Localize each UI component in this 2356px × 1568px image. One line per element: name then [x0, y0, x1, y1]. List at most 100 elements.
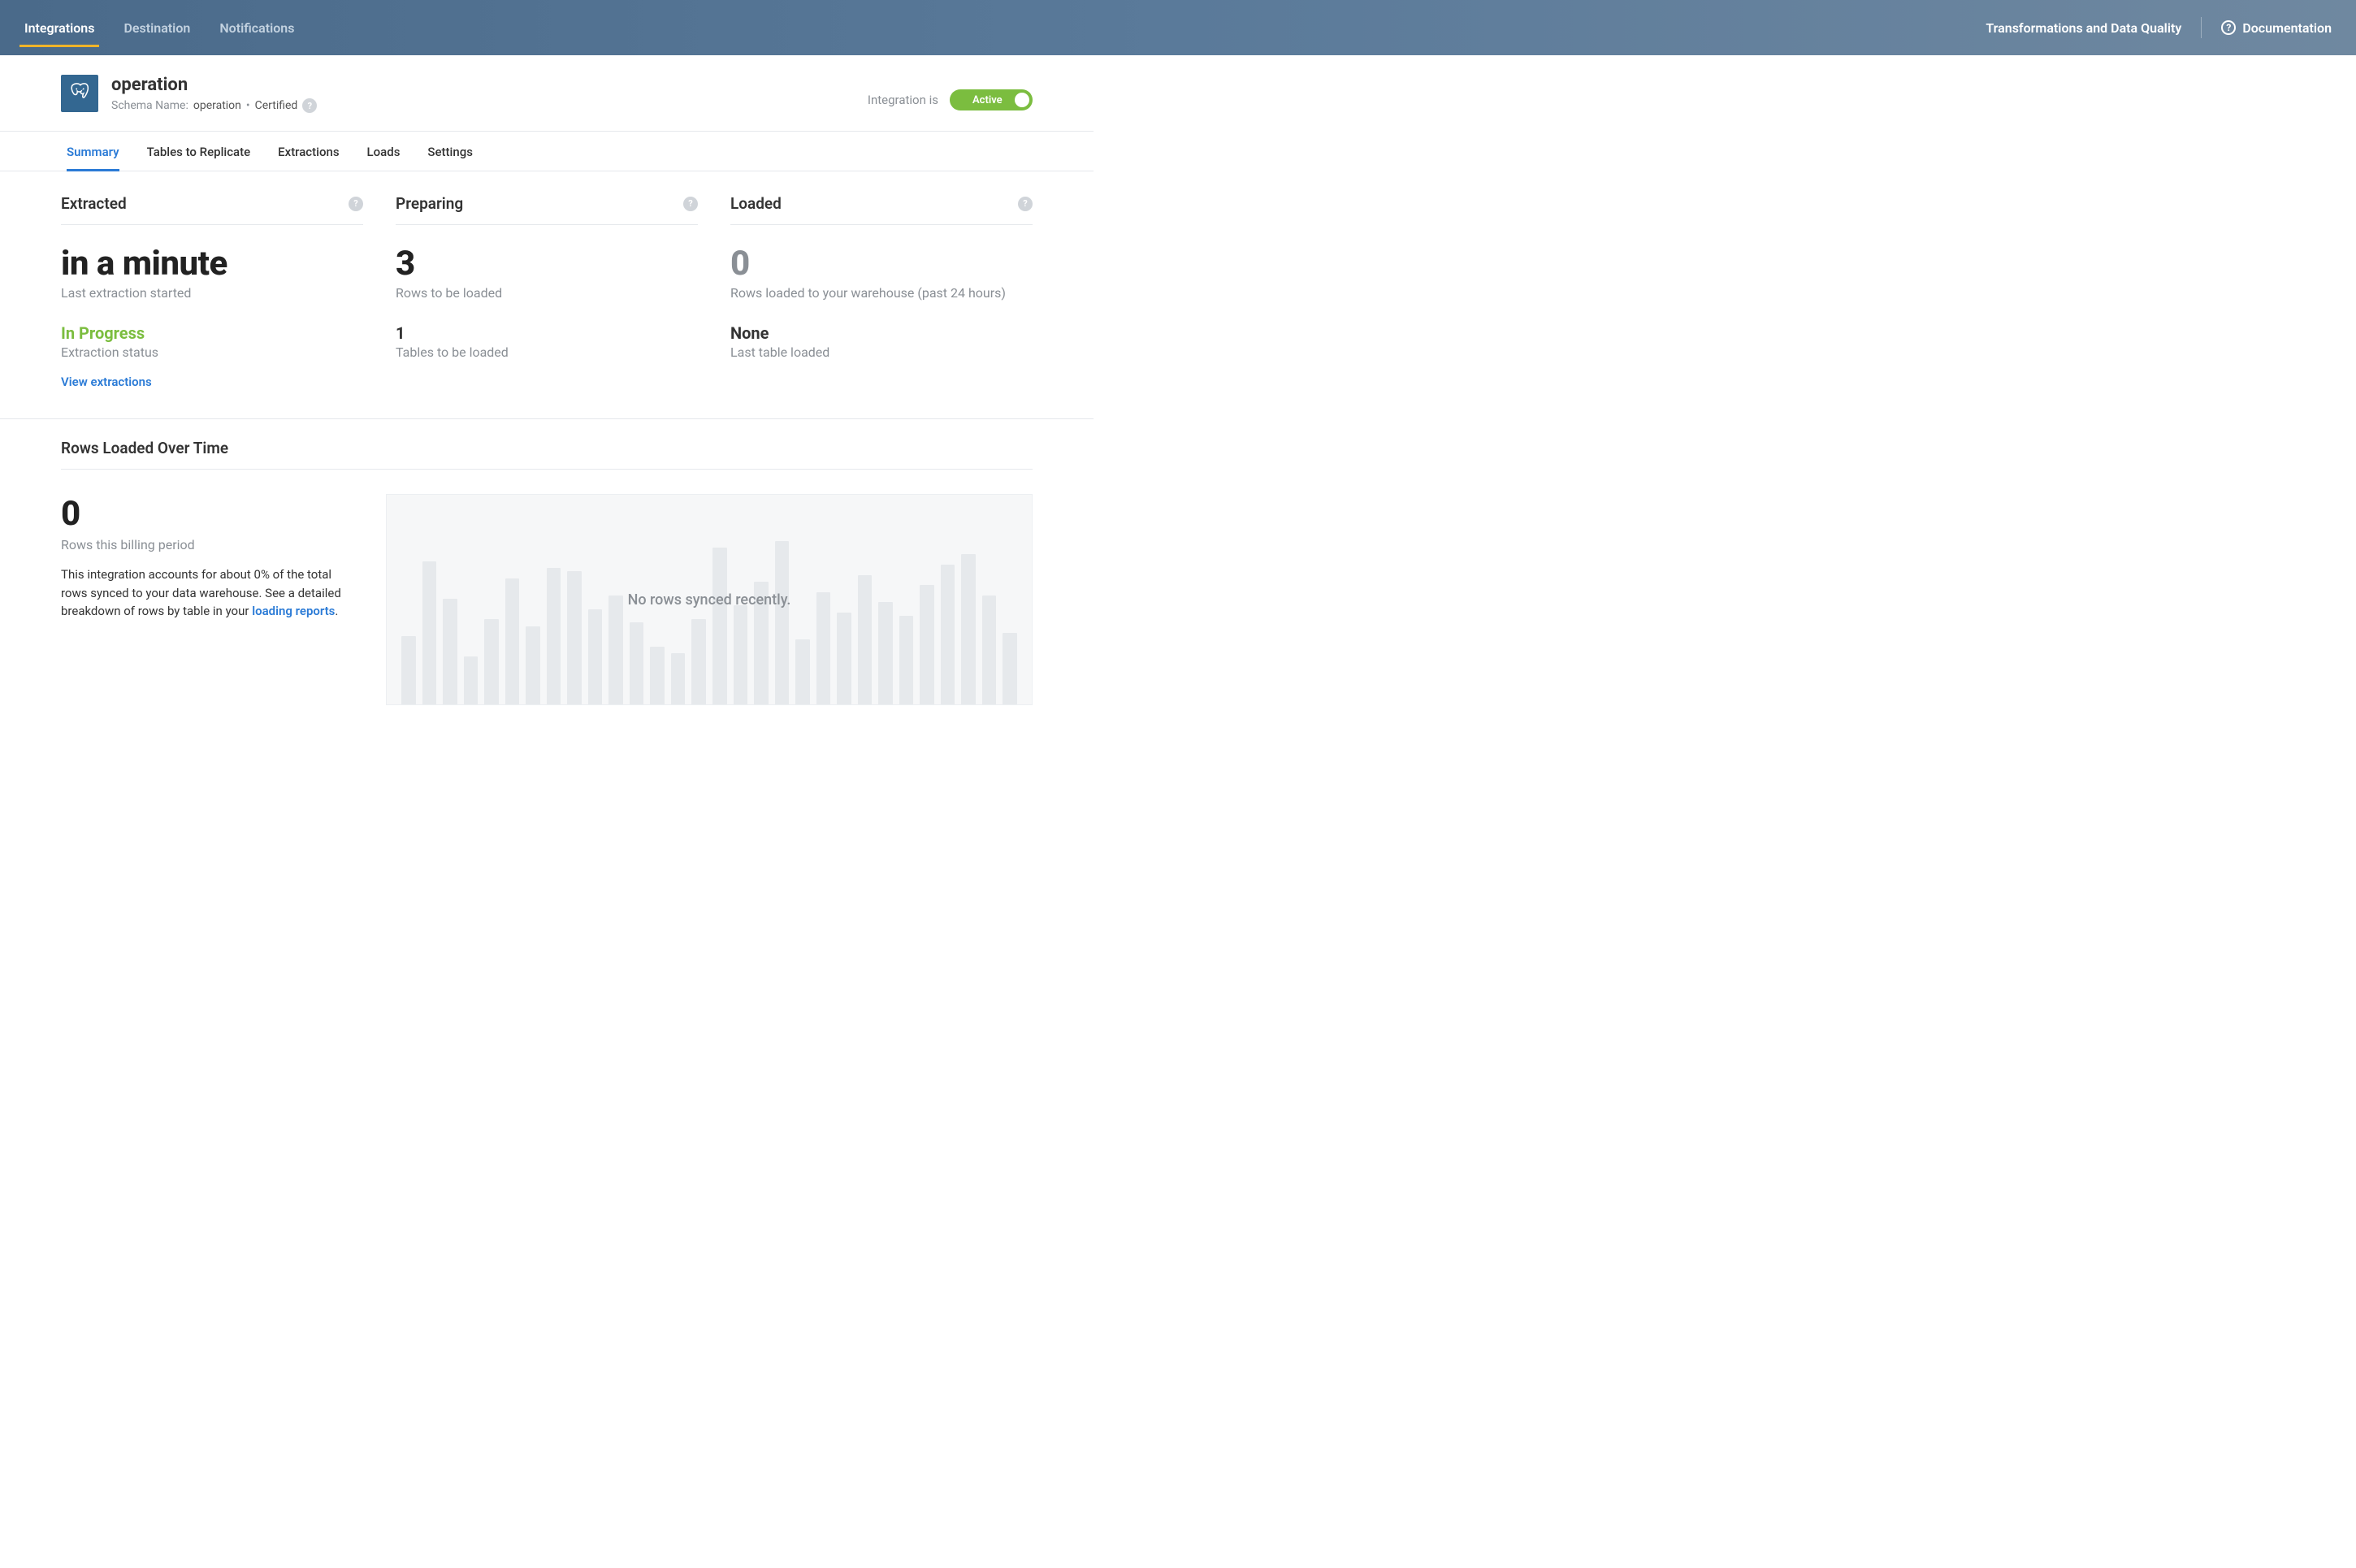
help-icon: ? [2221, 20, 2236, 35]
preparing-rows-value: 3 [396, 246, 698, 282]
stats-row: Extracted ? in a minute Last extraction … [0, 171, 1094, 397]
chart-bar [650, 647, 665, 704]
stat-extracted-head: Extracted ? [61, 194, 363, 225]
schema-value: operation [193, 99, 241, 112]
preparing-help-icon[interactable]: ? [683, 197, 698, 211]
chart-bar [837, 613, 851, 704]
chart-bar [775, 541, 790, 705]
subtabs: Summary Tables to Replicate Extractions … [0, 132, 1094, 171]
stat-loaded-title: Loaded [730, 194, 782, 213]
chart-bar [878, 602, 893, 704]
integration-status-label: Integration is [868, 93, 938, 107]
subtab-tables-to-replicate[interactable]: Tables to Replicate [147, 132, 251, 171]
chart-bar [484, 619, 499, 704]
chart-bar [754, 582, 769, 704]
chart-bar [734, 605, 748, 704]
nav-link-documentation[interactable]: ? Documentation [2207, 20, 2346, 36]
integration-header: operation Schema Name: operation • Certi… [0, 55, 1094, 113]
rows-body: 0 Rows this billing period This integrat… [61, 494, 1033, 705]
rows-summary: 0 Rows this billing period This integrat… [61, 494, 353, 621]
stat-loaded: Loaded ? 0 Rows loaded to your warehouse… [730, 194, 1033, 389]
subtab-settings[interactable]: Settings [427, 132, 473, 171]
chart-bar [858, 575, 873, 705]
header-right: Integration is Active [868, 75, 1033, 110]
extraction-status-sub: Extraction status [61, 344, 363, 360]
subtab-loads[interactable]: Loads [367, 132, 401, 171]
postgres-icon [61, 75, 98, 112]
chart-bar [691, 619, 706, 704]
rows-billing-value: 0 [61, 494, 353, 534]
nav-tab-integrations[interactable]: Integrations [10, 0, 109, 55]
nav-tab-notifications[interactable]: Notifications [205, 0, 309, 55]
documentation-label: Documentation [2242, 20, 2332, 36]
loading-reports-link[interactable]: loading reports [252, 604, 335, 618]
view-extractions-link[interactable]: View extractions [61, 375, 152, 389]
chart-bar [567, 571, 582, 704]
loaded-rows-label: Rows loaded to your warehouse (past 24 h… [730, 285, 1033, 301]
chart-bar [816, 592, 831, 705]
preparing-tables-label: Tables to be loaded [396, 344, 698, 360]
divider [2201, 17, 2202, 38]
chart-bar [401, 636, 416, 704]
separator-dot: • [246, 99, 250, 112]
stat-preparing: Preparing ? 3 Rows to be loaded 1 Tables… [396, 194, 698, 389]
rows-note-suffix: . [335, 604, 338, 618]
chart-bar [1003, 633, 1017, 704]
subtab-extractions[interactable]: Extractions [278, 132, 339, 171]
chart-bar [671, 653, 686, 704]
integration-title: operation [111, 75, 317, 95]
chart-bar [608, 596, 623, 704]
top-nav-left: Integrations Destination Notifications [10, 0, 309, 55]
chart-bar [443, 599, 457, 704]
chart-bar [941, 565, 955, 704]
nav-link-transformations[interactable]: Transformations and Data Quality [1971, 20, 2196, 36]
preparing-rows-label: Rows to be loaded [396, 285, 698, 301]
chart-bar [505, 578, 520, 704]
toggle-label: Active [972, 94, 1003, 106]
loaded-last-value: None [730, 323, 1033, 343]
chart-bar [795, 639, 810, 704]
header-left: operation Schema Name: operation • Certi… [61, 75, 317, 113]
subtab-summary[interactable]: Summary [67, 132, 119, 171]
extracted-value-sub: Last extraction started [61, 285, 363, 301]
chart-bar [961, 554, 976, 704]
active-toggle[interactable]: Active [950, 89, 1033, 110]
stat-extracted-title: Extracted [61, 194, 127, 213]
chart-bars [401, 534, 1017, 704]
extracted-help-icon[interactable]: ? [349, 197, 363, 211]
chart-bar [982, 596, 997, 704]
chart-bar [464, 656, 479, 704]
rows-note: This integration accounts for about 0% o… [61, 565, 353, 621]
page: operation Schema Name: operation • Certi… [0, 55, 1094, 738]
chart-bar [920, 585, 934, 704]
nav-tab-destination[interactable]: Destination [109, 0, 205, 55]
stat-preparing-head: Preparing ? [396, 194, 698, 225]
certified-label: Certified [255, 99, 298, 112]
chart-bar [630, 622, 644, 704]
stat-preparing-title: Preparing [396, 194, 463, 213]
stat-extracted: Extracted ? in a minute Last extraction … [61, 194, 363, 389]
chart-bar [712, 548, 727, 704]
top-nav: Integrations Destination Notifications T… [0, 0, 2356, 55]
loaded-rows-value: 0 [730, 246, 1033, 282]
chart-bar [899, 616, 914, 704]
certified-help-icon[interactable]: ? [302, 98, 317, 113]
loaded-last-label: Last table loaded [730, 344, 1033, 360]
top-nav-right: Transformations and Data Quality ? Docum… [1971, 0, 2346, 55]
rows-loaded-section: Rows Loaded Over Time 0 Rows this billin… [0, 419, 1094, 738]
loaded-help-icon[interactable]: ? [1018, 197, 1033, 211]
chart-bar [422, 561, 437, 704]
stat-loaded-head: Loaded ? [730, 194, 1033, 225]
chart-bar [588, 609, 603, 705]
preparing-tables-value: 1 [396, 323, 698, 343]
subtabs-bar: Summary Tables to Replicate Extractions … [0, 131, 1094, 171]
chart-bar [526, 626, 540, 705]
rows-billing-label: Rows this billing period [61, 537, 353, 552]
rows-chart: No rows synced recently. [386, 494, 1033, 705]
header-titles: operation Schema Name: operation • Certi… [111, 75, 317, 113]
toggle-knob [1015, 93, 1029, 107]
integration-subtitle: Schema Name: operation • Certified ? [111, 98, 317, 113]
chart-bar [547, 568, 561, 704]
schema-label: Schema Name: [111, 99, 188, 112]
extraction-status: In Progress [61, 323, 363, 343]
